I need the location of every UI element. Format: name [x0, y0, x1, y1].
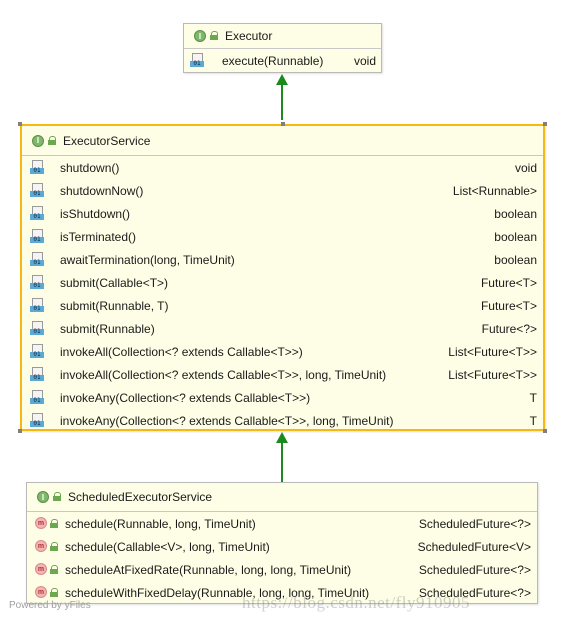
executor-service-header: I ExecutorService: [22, 126, 543, 155]
method-return-type: ScheduledFuture<?>: [418, 516, 531, 531]
method-row[interactable]: 01 submit(Runnable) Future<?>: [22, 317, 543, 340]
method-return-type: T: [529, 413, 537, 428]
method-return-type: List<Future<T>>: [448, 367, 537, 382]
method-row[interactable]: 01 invokeAll(Collection<? extends Callabl…: [22, 363, 543, 386]
method-return-type: ScheduledFuture<V>: [417, 539, 531, 554]
executor-node[interactable]: I Executor 01 execute(Runnable) void: [183, 23, 382, 73]
executor-service-title: ExecutorService: [63, 133, 151, 148]
method-signature: isTerminated(): [60, 229, 137, 244]
inheritance-edge: [281, 84, 283, 120]
watermark: https://blog.csdn.net/fly910905: [242, 593, 470, 612]
abstract-method-icon: 01: [30, 367, 45, 382]
scheduled-executor-service-node[interactable]: I ScheduledExecutorService m schedule(Run…: [26, 482, 538, 604]
method-row[interactable]: m schedule(Runnable, long, TimeUnit) Sched…: [27, 512, 537, 535]
method-signature: invokeAll(Collection<? extends Callable<…: [60, 344, 303, 359]
abstract-method-icon: 01: [30, 160, 45, 175]
scheduled-executor-service-title: ScheduledExecutorService: [68, 490, 213, 504]
resize-handle[interactable]: [543, 122, 547, 126]
executor-header: I Executor: [184, 24, 381, 48]
method-row[interactable]: 01 awaitTermination(long, TimeUnit) boolea…: [22, 248, 543, 271]
method-return-type: Future<T>: [480, 275, 537, 290]
method-row[interactable]: 01 invokeAny(Collection<? extends Callabl…: [22, 386, 543, 409]
method-signature: submit(Runnable, T): [60, 298, 169, 313]
public-lock-icon: [50, 542, 59, 552]
executor-service-node[interactable]: I ExecutorService 01 shutdown() void 01 shut…: [18, 122, 547, 433]
abstract-method-icon: 01: [30, 413, 45, 428]
method-return-type: List<Runnable>: [452, 183, 537, 198]
method-icon: m: [35, 586, 47, 598]
method-return-type: Future<T>: [480, 298, 537, 313]
method-return-type: List<Future<T>>: [448, 344, 537, 359]
method-return-type: boolean: [494, 252, 537, 267]
abstract-method-icon: 01: [30, 229, 45, 244]
method-row[interactable]: 01 invokeAll(Collection<? extends Callabl…: [22, 340, 543, 363]
method-row[interactable]: 01 isShutdown() boolean: [22, 202, 543, 225]
public-lock-icon: [50, 565, 59, 575]
interface-icon: I: [37, 491, 49, 503]
method-signature: isShutdown(): [60, 206, 131, 221]
inheritance-edge: [281, 442, 283, 482]
public-lock-icon: [50, 588, 59, 598]
interface-icon: I: [194, 30, 206, 42]
method-return-type: T: [529, 390, 537, 405]
method-signature: submit(Callable<T>): [60, 275, 169, 290]
method-row[interactable]: 01 execute(Runnable) void: [184, 49, 381, 72]
abstract-method-icon: 01: [30, 390, 45, 405]
abstract-method-icon: 01: [190, 53, 205, 68]
method-return-type: ScheduledFuture<?>: [418, 562, 531, 577]
method-row[interactable]: 01 submit(Runnable, T) Future<T>: [22, 294, 543, 317]
resize-handle[interactable]: [18, 122, 22, 126]
method-icon: m: [35, 563, 47, 575]
method-signature: awaitTermination(long, TimeUnit): [60, 252, 235, 267]
method-row[interactable]: 01 submit(Callable<T>) Future<T>: [22, 271, 543, 294]
method-icon: m: [35, 540, 47, 552]
abstract-method-icon: 01: [30, 206, 45, 221]
scheduled-executor-service-header: I ScheduledExecutorService: [27, 483, 537, 511]
method-return-type: Future<?>: [481, 321, 537, 336]
method-signature: invokeAll(Collection<? extends Callable<…: [60, 367, 387, 382]
public-lock-icon: [50, 519, 59, 529]
public-lock-icon: [53, 492, 62, 502]
method-icon: m: [35, 517, 47, 529]
method-return-type: boolean: [494, 206, 537, 221]
method-signature: submit(Runnable): [60, 321, 155, 336]
public-lock-icon: [210, 31, 219, 41]
method-return-type: boolean: [494, 229, 537, 244]
method-row[interactable]: m scheduleAtFixedRate(Runnable, long, lon…: [27, 558, 537, 581]
abstract-method-icon: 01: [30, 183, 45, 198]
abstract-method-icon: 01: [30, 321, 45, 336]
footer-credit: Powered by yFiles: [9, 600, 91, 611]
method-return-type: void: [514, 160, 537, 175]
method-return-type: void: [353, 53, 376, 68]
method-signature: shutdownNow(): [60, 183, 144, 198]
executor-title: Executor: [225, 29, 273, 43]
method-row[interactable]: 01 shutdown() void: [22, 156, 543, 179]
method-signature: shutdown(): [60, 160, 120, 175]
method-signature: schedule(Callable<V>, long, TimeUnit): [65, 539, 270, 554]
resize-handle[interactable]: [543, 429, 547, 433]
arrow-head-icon: [276, 74, 288, 85]
resize-handle[interactable]: [281, 122, 285, 126]
method-row[interactable]: 01 isTerminated() boolean: [22, 225, 543, 248]
abstract-method-icon: 01: [30, 298, 45, 313]
method-row[interactable]: 01 invokeAny(Collection<? extends Callabl…: [22, 409, 543, 432]
public-lock-icon: [48, 135, 57, 146]
method-row[interactable]: 01 shutdownNow() List<Runnable>: [22, 179, 543, 202]
method-signature: scheduleAtFixedRate(Runnable, long, long…: [65, 562, 352, 577]
method-signature: invokeAny(Collection<? extends Callable<…: [60, 413, 394, 428]
method-signature: execute(Runnable): [222, 53, 324, 68]
arrow-head-icon: [276, 432, 288, 443]
interface-icon: I: [32, 134, 44, 147]
method-signature: invokeAny(Collection<? extends Callable<…: [60, 390, 311, 405]
abstract-method-icon: 01: [30, 344, 45, 359]
abstract-method-icon: 01: [30, 252, 45, 267]
abstract-method-icon: 01: [30, 275, 45, 290]
method-row[interactable]: m schedule(Callable<V>, long, TimeUnit) Sc…: [27, 535, 537, 558]
method-signature: schedule(Runnable, long, TimeUnit): [65, 516, 256, 531]
